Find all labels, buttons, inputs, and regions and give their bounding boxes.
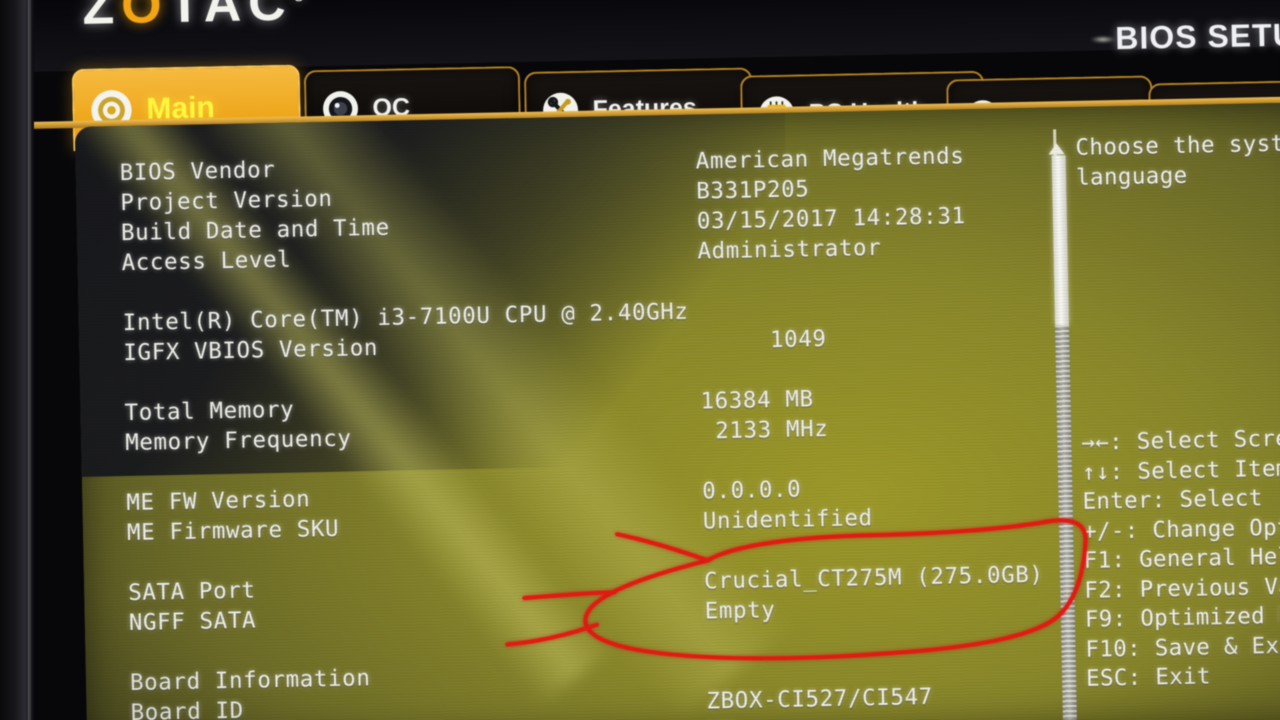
monitor-bezel-left [0,0,34,720]
registered-mark-icon: ® [292,0,305,5]
ceiling-light-reflection [1090,36,1116,43]
zotac-logo: ZOTAC® [82,0,306,37]
bios-screen: ZOTAC® BIOS SETUP Main [24,0,1280,720]
zotac-logo-accent-o: O [120,0,170,36]
main-panel: BIOS Vendor Project Version Build Date a… [74,102,1280,720]
photo-scanlines [74,102,1280,720]
monitor-photo: ZOTAC® BIOS SETUP Main [0,0,1280,720]
